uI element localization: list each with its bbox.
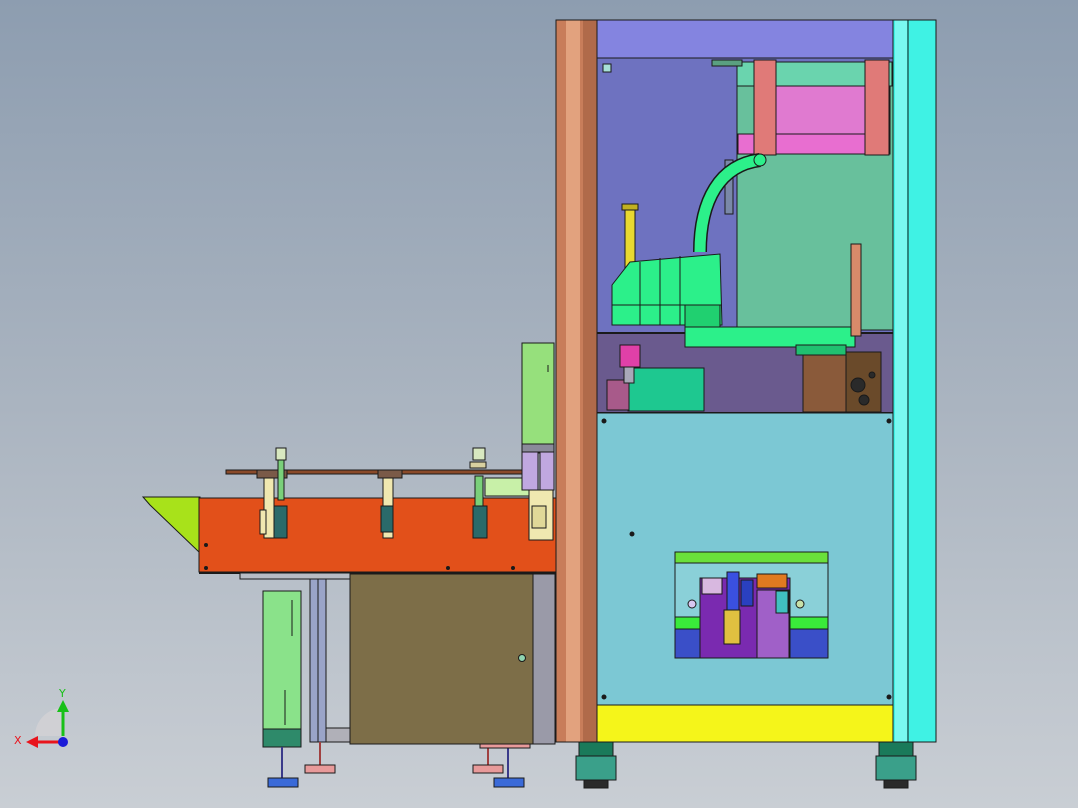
conveyor-stand[interactable] (239, 572, 556, 788)
mount-bracket-right[interactable] (864, 59, 890, 156)
cabinet-foot-right[interactable] (875, 741, 917, 789)
triad-sphere (35, 708, 63, 736)
cabinet-foot-left[interactable] (575, 741, 617, 789)
robot-cabinet[interactable] (555, 19, 937, 789)
cabinet-base[interactable] (596, 704, 894, 743)
coordinate-triad (26, 700, 69, 748)
quill-shaft[interactable] (624, 203, 636, 271)
conveyor-assembly[interactable] (141, 342, 557, 574)
stand-column-green[interactable] (262, 590, 302, 730)
mount-bracket-left[interactable] (753, 59, 777, 156)
feed-chute[interactable] (141, 496, 201, 555)
pneumatic-valve-panel[interactable] (674, 551, 829, 659)
robot-second-arm[interactable] (684, 326, 856, 348)
controller-box[interactable] (627, 367, 705, 412)
valve-yellow[interactable] (723, 609, 741, 645)
ball-screw-spline[interactable] (850, 243, 862, 337)
cad-model-view[interactable] (0, 0, 1078, 808)
cabinet-top-panel[interactable] (596, 19, 894, 59)
cad-viewport[interactable]: X Y (0, 0, 1078, 808)
conveyor-body[interactable] (198, 497, 557, 573)
stand-door-knob[interactable] (518, 654, 526, 662)
triad-y-label: Y (59, 687, 66, 700)
stand-cabinet[interactable] (349, 573, 534, 745)
end-effector[interactable] (619, 344, 641, 368)
pusher-bracket[interactable] (521, 342, 555, 454)
triad-x-label: X (14, 734, 22, 747)
clamp-unit-3[interactable] (469, 447, 488, 539)
leveling-foot-2[interactable] (304, 742, 336, 774)
leveling-foot-1[interactable] (267, 747, 299, 788)
clamp-unit-1[interactable] (256, 447, 288, 539)
